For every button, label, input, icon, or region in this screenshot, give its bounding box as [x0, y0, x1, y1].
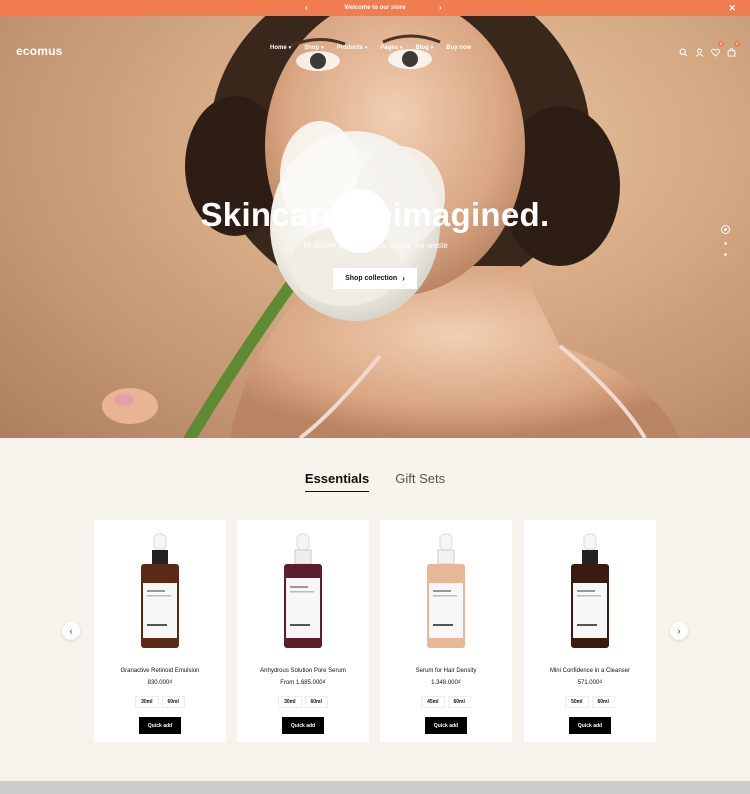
slide-dot-2[interactable]	[724, 242, 727, 245]
announcement-text: Welcome to our store	[344, 5, 406, 11]
variant-option[interactable]: 60ml	[161, 696, 185, 708]
wishlist-count-badge: 0	[718, 41, 724, 47]
tab-gift-sets[interactable]: Gift Sets	[395, 471, 445, 492]
chevron-right-icon: ›	[402, 274, 405, 283]
nav-item-buy-now[interactable]: Buy now	[446, 45, 471, 51]
next-section-preview	[0, 781, 750, 794]
product-price: 571.000₫	[577, 680, 603, 686]
chevron-down-icon: ▾	[430, 45, 434, 51]
nav-label: Shop	[304, 45, 320, 51]
chevron-down-icon: ▾	[364, 45, 368, 51]
chevron-down-icon: ▾	[399, 45, 403, 51]
tab-essentials[interactable]: Essentials	[304, 471, 370, 492]
hero-title: Skincare Reimagined.	[200, 196, 550, 233]
variant-option[interactable]: 45ml	[421, 696, 445, 708]
chevron-right-icon: ›	[677, 626, 681, 636]
product-name[interactable]: Granactive Retinoid Emulsion	[94, 668, 226, 674]
slide-dot-3[interactable]	[724, 253, 727, 256]
button-label: Shop collection	[345, 275, 398, 282]
variant-option[interactable]: 30ml	[278, 696, 302, 708]
nav-item-pages[interactable]: Pages ▾	[380, 45, 402, 51]
chevron-down-icon: ▾	[288, 45, 292, 51]
user-icon[interactable]	[695, 44, 704, 57]
nav-label: Blog	[415, 45, 429, 51]
variant-option[interactable]: 60ml	[304, 696, 328, 708]
variant-option[interactable]: 30ml	[135, 696, 159, 708]
cart-icon[interactable]: 0	[727, 41, 740, 57]
nav-item-shop[interactable]: Shop ▾	[304, 45, 324, 51]
carousel-next-button[interactable]: ›	[670, 622, 688, 640]
product-price: 1.348.000₫	[431, 680, 461, 686]
product-image	[571, 533, 609, 648]
product-name[interactable]: Serum for Hair Density	[380, 668, 512, 674]
variant-options: 30ml 60ml	[94, 696, 226, 708]
product-card[interactable]: Mini Confidence in a Cleanser 571.000₫ 5…	[524, 520, 656, 742]
hero-banner: ecomus Home ▾ Shop ▾ Products ▾ Pages ▾ Blog…	[0, 16, 750, 438]
product-image	[141, 533, 179, 648]
collection-tabs: Essentials Gift Sets	[0, 471, 750, 492]
nav-item-blog[interactable]: Blog ▾	[415, 45, 433, 51]
product-card[interactable]: Serum for Hair Density 1.348.000₫ 45ml 6…	[380, 520, 512, 742]
variant-options: 30ml 60ml	[237, 696, 369, 708]
nav-item-home[interactable]: Home ▾	[270, 45, 291, 51]
variant-option[interactable]: 50ml	[565, 696, 589, 708]
nav-label: Home	[270, 45, 287, 51]
slide-dot-1[interactable]	[721, 225, 730, 234]
variant-options: 45ml 60ml	[380, 696, 512, 708]
variant-options: 50ml 60ml	[524, 696, 656, 708]
variant-option[interactable]: 60ml	[447, 696, 471, 708]
product-image	[284, 533, 322, 648]
chevron-right-icon[interactable]: ›	[439, 3, 442, 13]
product-price: From 1.685.000₫	[280, 680, 326, 686]
quick-add-button[interactable]: Quick add	[569, 717, 611, 734]
carousel-prev-button[interactable]: ‹	[62, 622, 80, 640]
cart-count-badge: 0	[734, 41, 740, 47]
search-icon[interactable]	[679, 44, 688, 57]
hero-subtitle: To deliver peak potency, minus the waste	[302, 241, 448, 250]
chevron-left-icon[interactable]: ‹	[305, 3, 308, 13]
nav-label: Pages	[380, 45, 398, 51]
product-image	[427, 533, 465, 648]
quick-add-button[interactable]: Quick add	[139, 717, 181, 734]
chevron-left-icon: ‹	[69, 626, 73, 636]
nav-item-products[interactable]: Products ▾	[337, 45, 368, 51]
product-name[interactable]: Mini Confidence in a Cleanser	[524, 668, 656, 674]
close-icon[interactable]: ✕	[728, 2, 736, 14]
quick-add-button[interactable]: Quick add	[425, 717, 467, 734]
shop-collection-button[interactable]: Shop collection ›	[333, 268, 417, 289]
product-card[interactable]: Granactive Retinoid Emulsion 830.000₫ 30…	[94, 520, 226, 742]
variant-option[interactable]: 60ml	[591, 696, 615, 708]
header-actions: 0 0	[679, 41, 740, 57]
heart-icon[interactable]: 0	[711, 41, 724, 57]
logo[interactable]: ecomus	[16, 44, 63, 58]
product-card[interactable]: Anhydrous Solution Pore Serum From 1.685…	[237, 520, 369, 742]
slider-pagination	[721, 225, 730, 256]
nav-label: Buy now	[446, 45, 472, 51]
product-price: 830.000₫	[147, 680, 173, 686]
product-name[interactable]: Anhydrous Solution Pore Serum	[237, 668, 369, 674]
announcement-bar: ‹ Welcome to our store › ✕	[0, 0, 750, 16]
chevron-down-icon: ▾	[321, 45, 324, 51]
main-nav: Home ▾ Shop ▾ Products ▾ Pages ▾ Blog ▾ Buy n…	[270, 45, 484, 51]
nav-label: Products	[336, 45, 363, 51]
quick-add-button[interactable]: Quick add	[282, 717, 324, 734]
